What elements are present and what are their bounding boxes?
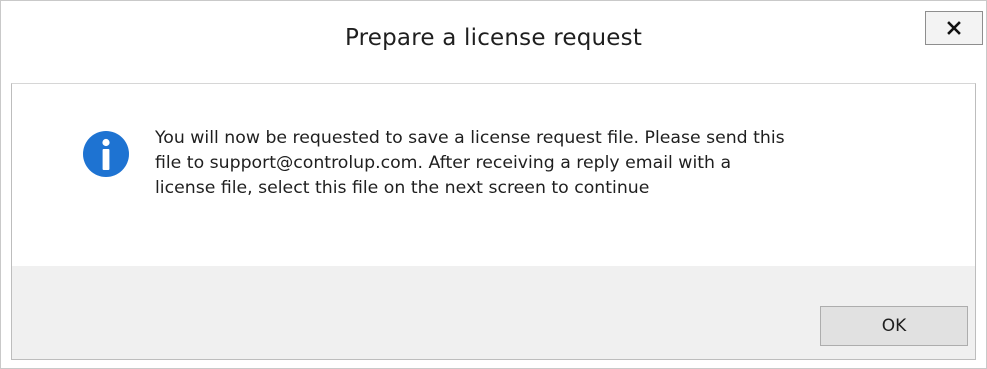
message-line: You will now be requested to save a lice… [155,128,785,148]
title-bar[interactable]: Prepare a license request [1,1,986,86]
dialog-content: You will now be requested to save a lice… [11,83,976,360]
dialog-message: You will now be requested to save a lice… [155,126,935,201]
message-line: file to support@controlup.com. After rec… [155,153,732,173]
info-icon [83,131,129,177]
close-icon [947,21,961,35]
button-bar: OK [12,266,975,359]
dialog-title: Prepare a license request [344,25,643,51]
message-line: license file, select this file on the ne… [155,178,650,198]
dialog-window: Prepare a license request You will now b… [0,0,987,369]
close-button[interactable] [925,11,983,45]
ok-button[interactable]: OK [820,306,968,346]
message-area: You will now be requested to save a lice… [12,84,975,266]
